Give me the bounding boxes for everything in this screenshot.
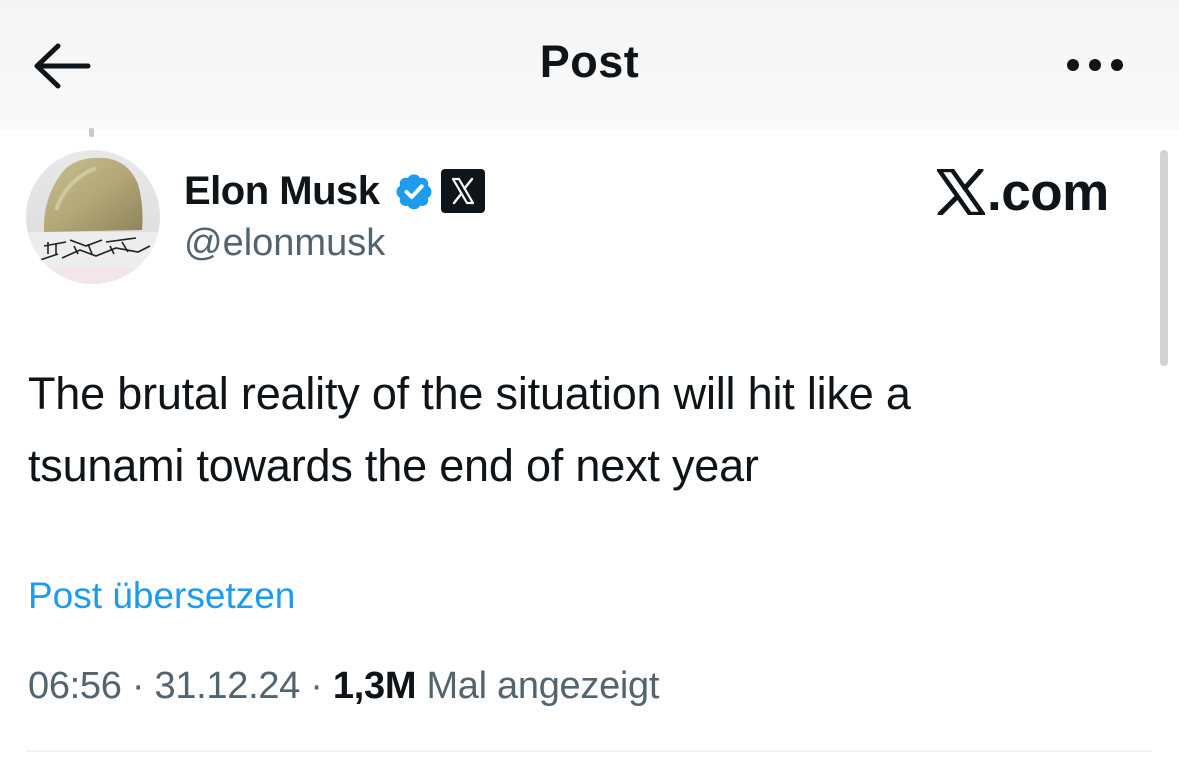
x-logo-icon (937, 169, 985, 215)
avatar-image (26, 150, 160, 284)
affiliation-text: .com (987, 162, 1109, 222)
post-text-line: tsunami towards the end of next year (28, 440, 759, 491)
more-options-icon[interactable] (1062, 52, 1128, 78)
author-name-row: Elon Musk (184, 166, 486, 216)
avatar[interactable] (26, 150, 160, 284)
scrollbar[interactable] (1160, 150, 1168, 366)
translate-post-link[interactable]: Post übersetzen (28, 575, 295, 617)
author-name[interactable]: Elon Musk (184, 169, 380, 214)
divider (26, 750, 1152, 752)
x-logo-badge-icon[interactable] (440, 168, 486, 214)
post-time[interactable]: 06:56 (28, 665, 122, 707)
views-count[interactable]: 1,3M (333, 665, 417, 707)
verified-badge-icon[interactable] (394, 171, 434, 211)
meta-separator: · (310, 665, 323, 707)
post-text: The brutal reality of the situation will… (28, 358, 1138, 502)
post-date[interactable]: 31.12.24 (154, 665, 300, 707)
post-metadata: 06:56 · 31.12.24 · 1,3M Mal angezeigt (28, 665, 659, 708)
page-title: Post (539, 36, 640, 87)
scroll-indicator-dot (89, 128, 94, 137)
meta-separator: · (131, 665, 145, 707)
author-handle[interactable]: @elonmusk (184, 222, 385, 265)
top-nav-bar: Post (0, 0, 1179, 130)
views-label: Mal angezeigt (426, 665, 660, 707)
post-text-line: The brutal reality of the situation will… (28, 368, 911, 419)
affiliation-x-com[interactable]: .com (937, 162, 1109, 222)
